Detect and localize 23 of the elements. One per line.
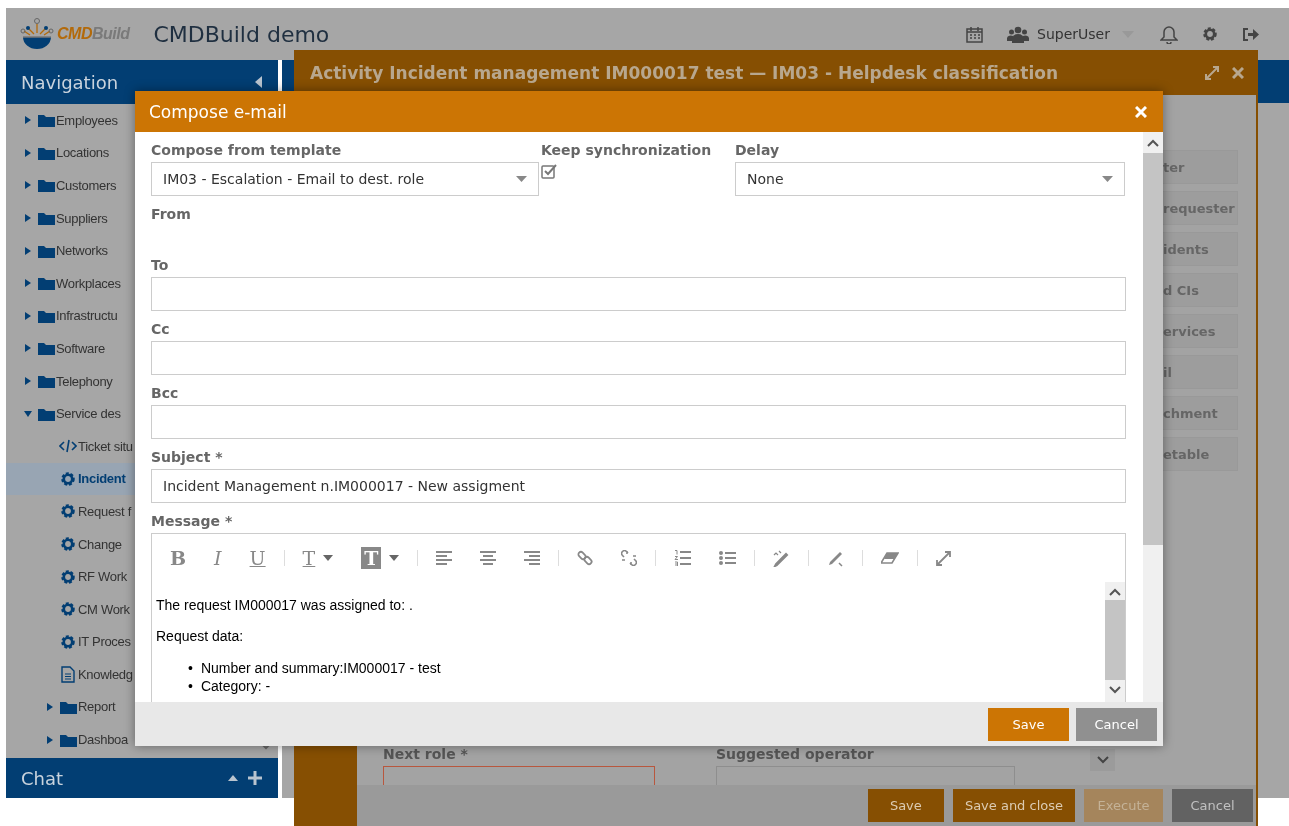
message-text: The request IM000017 was assigned to: . — [156, 597, 414, 614]
list-item: Category: - — [200, 677, 271, 695]
chat-title: Chat — [21, 767, 64, 789]
bullet-marker: • — [188, 677, 193, 695]
dialog-title: Compose e-mail — [149, 101, 287, 122]
field-label: Delay — [735, 141, 781, 160]
field-label: Next role * — [383, 745, 469, 763]
field-label: Subject * — [151, 448, 224, 467]
field-label: Cc — [151, 320, 171, 339]
field-label: Keep synchronization — [541, 141, 713, 160]
field-label: Message * — [151, 512, 234, 531]
field-label: To — [151, 256, 170, 275]
window-title: Activity Incident management IM000017 test — IM03 - Helpdesk classification — [310, 62, 1059, 83]
field-label: Bcc — [151, 384, 180, 403]
panel-title: Navigation — [21, 71, 119, 93]
action-button: Execute — [1084, 789, 1163, 822]
field-label: From — [151, 205, 192, 224]
message-text: Request data: — [156, 628, 245, 645]
field-label: Suggested operator — [716, 745, 875, 763]
list-item: Number and summary:IM000017 - test — [200, 659, 441, 677]
bullet-marker: • — [188, 659, 193, 677]
app-title: CMDBuild demo — [153, 21, 330, 47]
field-label: Compose from template — [151, 141, 343, 160]
